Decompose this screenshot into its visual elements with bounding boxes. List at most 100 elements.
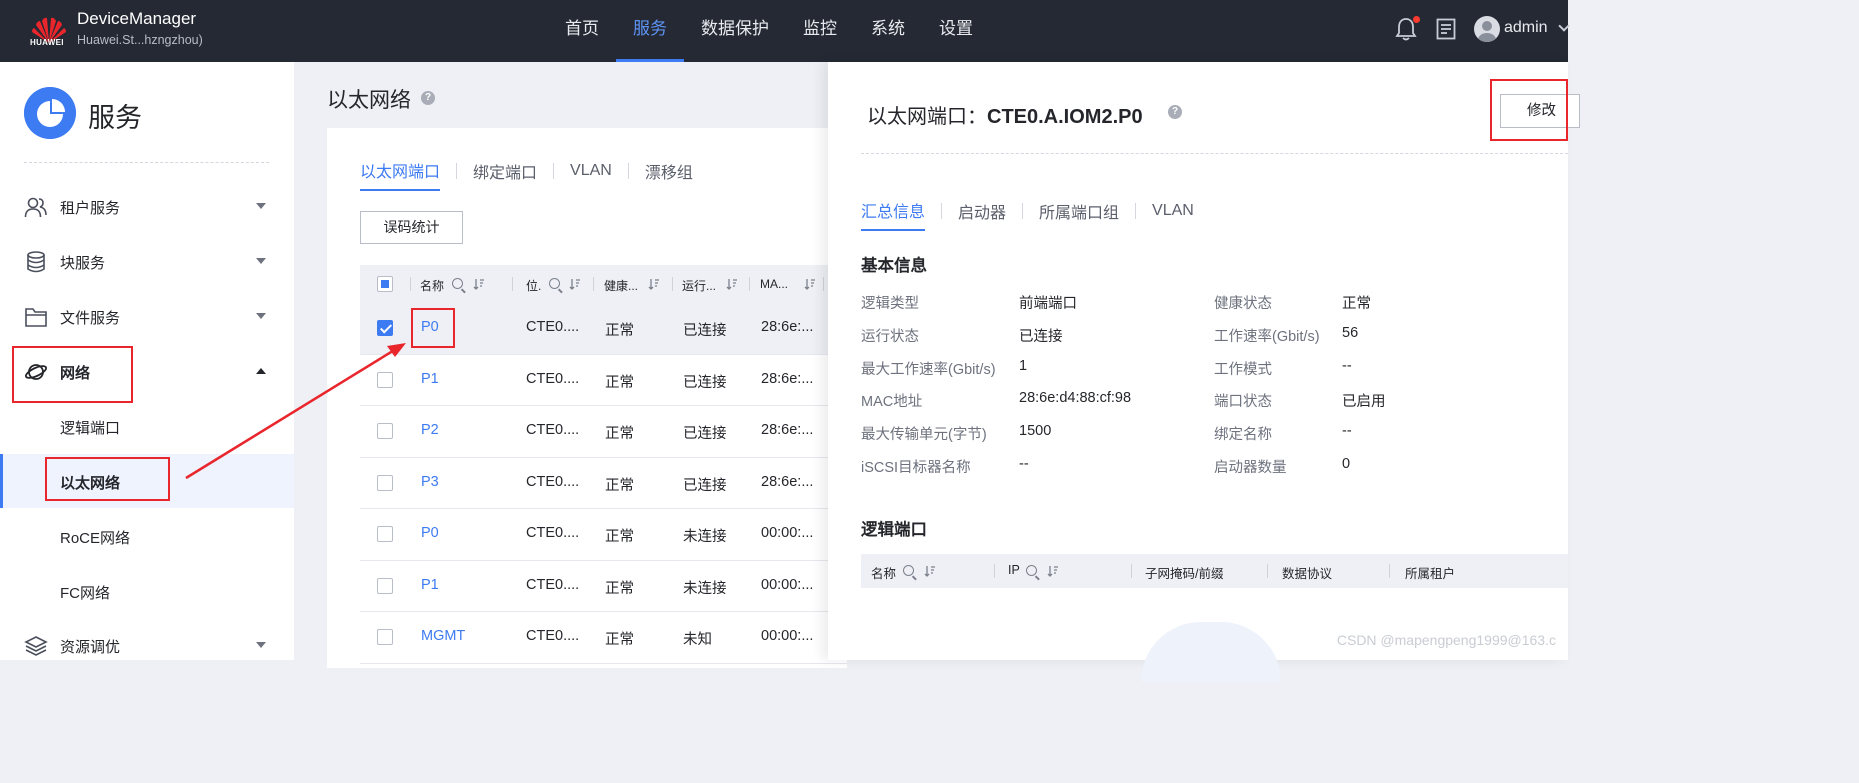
table-row[interactable]: P1 CTE0.... 正常 已连接 28:6e:... bbox=[360, 355, 847, 406]
port-detail-panel: 以太网端口：CTE0.A.IOM2.P0 ? 修改 汇总信息 启动器 所属端口组… bbox=[828, 62, 1580, 682]
tab-vlan[interactable]: VLAN bbox=[570, 162, 612, 187]
tab-bond-ports[interactable]: 绑定端口 bbox=[473, 159, 537, 190]
port-name-link[interactable]: P2 bbox=[421, 422, 439, 438]
error-stats-button[interactable]: 误码统计 bbox=[360, 211, 463, 244]
column-separator bbox=[410, 277, 411, 291]
column-header-name[interactable]: 名称 bbox=[871, 563, 896, 582]
column-header-protocol[interactable]: 数据协议 bbox=[1282, 563, 1332, 582]
column-separator bbox=[994, 564, 995, 578]
tab-initiators[interactable]: 启动器 bbox=[958, 199, 1006, 230]
row-checkbox[interactable] bbox=[377, 629, 393, 645]
sidebar-subitem-roce[interactable]: RoCE网络 bbox=[0, 516, 294, 556]
user-avatar-icon[interactable] bbox=[1474, 16, 1500, 42]
annotation-box-ethernet bbox=[45, 457, 170, 501]
sidebar-item-block-services[interactable]: 块服务 bbox=[0, 241, 294, 281]
tab-separator bbox=[456, 163, 458, 179]
row-checkbox[interactable] bbox=[377, 371, 393, 388]
tab-summary[interactable]: 汇总信息 bbox=[861, 198, 926, 231]
detail-title: 以太网端口：CTE0.A.IOM2.P0 bbox=[867, 100, 1143, 129]
empty-state-illustration bbox=[1141, 622, 1281, 682]
port-name-link[interactable]: P1 bbox=[421, 577, 439, 593]
search-icon[interactable] bbox=[452, 278, 463, 289]
column-header-location[interactable]: 位. bbox=[526, 277, 541, 294]
info-value: -- bbox=[1342, 423, 1352, 439]
chevron-down-icon[interactable] bbox=[1558, 20, 1570, 32]
column-header-running[interactable]: 运行... bbox=[682, 277, 716, 294]
sidebar-subitem-fc[interactable]: FC网络 bbox=[0, 571, 294, 611]
port-name-link[interactable]: P1 bbox=[421, 371, 439, 387]
port-location: CTE0.... bbox=[526, 370, 580, 387]
port-mac: 28:6e:... bbox=[761, 370, 814, 387]
sort-icon[interactable] bbox=[648, 278, 660, 290]
annotation-box-p0 bbox=[411, 308, 455, 348]
row-checkbox[interactable] bbox=[377, 526, 393, 542]
search-icon[interactable] bbox=[1026, 565, 1037, 576]
nav-services[interactable]: 服务 bbox=[616, 0, 684, 62]
document-icon[interactable] bbox=[1436, 18, 1456, 40]
port-name-link[interactable]: P3 bbox=[421, 474, 439, 490]
caret-down-icon bbox=[256, 258, 266, 264]
sort-icon[interactable] bbox=[924, 565, 936, 577]
sidebar-item-file-services[interactable]: 文件服务 bbox=[0, 296, 294, 336]
nav-data-protection[interactable]: 数据保护 bbox=[684, 0, 786, 62]
sidebar-subitem-label: RoCE网络 bbox=[60, 530, 131, 547]
port-running-status: 已连接 bbox=[683, 374, 727, 391]
table-header: 名称 位. 健康... 运行... MA... bbox=[360, 265, 847, 303]
username[interactable]: admin bbox=[1504, 19, 1548, 37]
table-row[interactable]: P3 CTE0.... 正常 已连接 28:6e:... bbox=[360, 458, 847, 509]
nav-system[interactable]: 系统 bbox=[854, 0, 922, 62]
nav-settings[interactable]: 设置 bbox=[922, 0, 990, 62]
sidebar-item-resource-tuning[interactable]: 资源调优 bbox=[0, 625, 294, 665]
info-key: MAC地址 bbox=[861, 394, 923, 410]
select-all-checkbox[interactable] bbox=[377, 276, 393, 292]
row-checkbox[interactable] bbox=[377, 320, 393, 336]
sidebar-item-tenant-services[interactable]: 租户服务 bbox=[0, 186, 294, 226]
column-header-name[interactable]: 名称 bbox=[420, 277, 444, 294]
table-row[interactable]: P0 CTE0.... 正常 未连接 00:00:... bbox=[360, 509, 847, 561]
help-icon[interactable]: ? bbox=[1168, 105, 1182, 119]
port-running-status: 已连接 bbox=[683, 426, 727, 442]
caret-down-icon bbox=[256, 203, 266, 209]
table-row[interactable]: P1 CTE0.... 正常 未连接 00:00:... bbox=[360, 561, 847, 612]
detail-port-name: CTE0.A.IOM2.P0 bbox=[987, 106, 1143, 128]
column-header-ip[interactable]: IP bbox=[1008, 563, 1020, 577]
info-value: 56 bbox=[1342, 325, 1359, 341]
info-key: 运行状态 bbox=[861, 329, 919, 345]
row-checkbox[interactable] bbox=[377, 577, 393, 594]
search-icon[interactable] bbox=[903, 565, 914, 576]
table-row[interactable]: MGMT CTE0.... 正常 未知 00:00:... bbox=[360, 612, 847, 664]
sort-icon[interactable] bbox=[569, 278, 581, 290]
sidebar-item-label: 文件服务 bbox=[60, 310, 121, 327]
row-checkbox[interactable] bbox=[377, 474, 393, 491]
sort-icon[interactable] bbox=[473, 278, 485, 290]
sort-icon[interactable] bbox=[726, 278, 738, 290]
port-name-link[interactable]: P0 bbox=[421, 525, 439, 541]
column-header-tenant[interactable]: 所属租户 bbox=[1405, 563, 1455, 582]
row-checkbox[interactable] bbox=[377, 423, 393, 439]
nav-monitor[interactable]: 监控 bbox=[786, 0, 854, 62]
brand-word: HUAWEI bbox=[30, 38, 64, 47]
sort-icon[interactable] bbox=[1047, 565, 1059, 577]
tab-ethernet-ports[interactable]: 以太网端口 bbox=[360, 158, 441, 191]
tab-separator bbox=[553, 163, 555, 179]
table-row[interactable]: P2 CTE0.... 正常 已连接 28:6e:... bbox=[360, 406, 847, 458]
column-header-health[interactable]: 健康... bbox=[604, 277, 638, 294]
search-icon[interactable] bbox=[549, 278, 560, 289]
annotation-box-edit bbox=[1490, 79, 1568, 141]
column-header-subnet[interactable]: 子网掩码/前缀 bbox=[1145, 563, 1223, 582]
help-icon[interactable]: ? bbox=[421, 91, 435, 105]
port-mac: 28:6e:... bbox=[761, 319, 814, 335]
port-health: 正常 bbox=[605, 580, 634, 597]
tab-vlan[interactable]: VLAN bbox=[1152, 202, 1194, 227]
tab-port-groups[interactable]: 所属端口组 bbox=[1039, 199, 1119, 230]
column-separator bbox=[749, 277, 750, 291]
column-header-mac[interactable]: MA... bbox=[760, 277, 788, 291]
column-separator bbox=[1267, 564, 1268, 578]
sort-icon[interactable] bbox=[804, 278, 816, 290]
sidebar-subitem-logical-ports[interactable]: 逻辑端口 bbox=[0, 406, 294, 446]
column-separator bbox=[672, 277, 673, 291]
tab-failover-group[interactable]: 漂移组 bbox=[645, 159, 693, 190]
nav-home[interactable]: 首页 bbox=[548, 0, 616, 62]
port-name-link[interactable]: MGMT bbox=[421, 628, 465, 644]
info-key: 绑定名称 bbox=[1214, 427, 1272, 443]
